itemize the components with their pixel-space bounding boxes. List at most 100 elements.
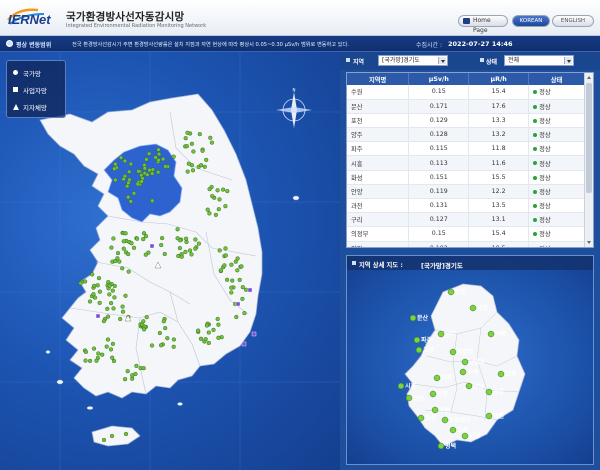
station-marker[interactable] bbox=[108, 301, 114, 306]
station-marker[interactable] bbox=[215, 316, 220, 322]
station-marker[interactable] bbox=[106, 280, 111, 285]
detail-station-marker[interactable] bbox=[409, 314, 417, 322]
station-marker[interactable] bbox=[213, 212, 218, 217]
station-marker[interactable] bbox=[225, 277, 230, 282]
station-marker[interactable] bbox=[221, 187, 226, 192]
detail-station-marker[interactable] bbox=[417, 414, 425, 422]
station-marker[interactable] bbox=[206, 340, 211, 346]
station-marker[interactable] bbox=[129, 241, 134, 246]
station-marker[interactable] bbox=[112, 166, 117, 171]
home-page-button[interactable]: Home Page bbox=[458, 15, 508, 34]
station-marker[interactable] bbox=[204, 323, 209, 328]
station-marker[interactable] bbox=[123, 231, 128, 236]
column-header-status[interactable]: 상태 bbox=[528, 73, 585, 85]
station-marker[interactable] bbox=[97, 289, 102, 294]
scroll-up-icon[interactable] bbox=[586, 74, 592, 82]
station-marker[interactable] bbox=[111, 306, 116, 311]
jeju-island[interactable] bbox=[91, 425, 141, 447]
station-marker[interactable] bbox=[126, 252, 131, 257]
station-marker[interactable] bbox=[215, 188, 220, 193]
station-marker[interactable] bbox=[175, 227, 180, 232]
station-marker[interactable] bbox=[185, 130, 190, 135]
station-marker[interactable] bbox=[112, 259, 118, 264]
table-row[interactable]: 구리 0.127 13.1 정상 bbox=[347, 212, 585, 228]
station-marker[interactable] bbox=[118, 155, 124, 160]
station-marker[interactable] bbox=[135, 181, 140, 187]
station-marker[interactable] bbox=[141, 366, 146, 371]
station-marker[interactable] bbox=[239, 264, 244, 269]
table-row[interactable]: 양주 0.128 13.2 정상 bbox=[347, 127, 585, 143]
station-marker[interactable] bbox=[143, 252, 148, 257]
station-marker[interactable] bbox=[121, 239, 126, 244]
station-marker[interactable] bbox=[171, 154, 176, 159]
station-marker[interactable] bbox=[113, 161, 118, 167]
station-marker[interactable] bbox=[204, 157, 209, 162]
station-marker[interactable] bbox=[141, 231, 147, 236]
station-marker[interactable] bbox=[87, 358, 93, 363]
station-marker[interactable] bbox=[94, 358, 99, 363]
station-marker[interactable] bbox=[139, 173, 144, 178]
station-marker[interactable] bbox=[97, 300, 102, 305]
station-marker[interactable] bbox=[139, 179, 144, 184]
column-header-region[interactable]: 지역명 bbox=[347, 73, 410, 85]
station-marker[interactable] bbox=[100, 352, 105, 357]
station-marker[interactable] bbox=[122, 158, 127, 164]
station-marker[interactable] bbox=[91, 346, 97, 351]
station-marker[interactable] bbox=[141, 319, 146, 324]
gyeonggi-detail-map[interactable]: 연천포천문산양주 가평파주고양 의정부남양주구리 양평시흥 과천성남광주안산 안양수원수원… bbox=[347, 270, 593, 464]
station-marker[interactable] bbox=[101, 319, 106, 324]
station-marker[interactable] bbox=[131, 245, 137, 250]
station-marker[interactable] bbox=[150, 198, 155, 203]
station-marker[interactable] bbox=[110, 341, 115, 346]
table-row[interactable]: 화성 0.151 15.5 정상 bbox=[347, 170, 585, 185]
scroll-down-icon[interactable] bbox=[586, 238, 592, 246]
station-marker[interactable] bbox=[240, 285, 245, 290]
table-row[interactable]: 의정부 0.15 15.4 정상 bbox=[347, 226, 585, 242]
station-marker[interactable] bbox=[122, 377, 128, 382]
station-marker[interactable] bbox=[210, 194, 215, 199]
station-marker[interactable] bbox=[218, 268, 223, 273]
station-marker[interactable] bbox=[162, 251, 167, 257]
station-marker[interactable] bbox=[223, 253, 228, 258]
station-marker[interactable] bbox=[222, 263, 227, 268]
station-marker[interactable] bbox=[150, 171, 155, 176]
station-marker[interactable] bbox=[189, 141, 194, 146]
station-marker[interactable] bbox=[198, 336, 204, 341]
station-marker[interactable] bbox=[216, 322, 221, 327]
station-marker[interactable] bbox=[179, 254, 184, 259]
station-marker[interactable] bbox=[196, 241, 201, 246]
station-marker[interactable] bbox=[105, 306, 110, 311]
station-marker[interactable] bbox=[223, 204, 228, 209]
station-marker[interactable] bbox=[105, 337, 111, 342]
station-marker[interactable] bbox=[96, 351, 101, 356]
station-marker[interactable] bbox=[196, 328, 201, 333]
station-marker[interactable] bbox=[205, 207, 210, 212]
station-marker[interactable] bbox=[131, 191, 137, 196]
station-marker[interactable] bbox=[142, 327, 147, 332]
station-marker[interactable] bbox=[107, 292, 112, 297]
detail-station-marker[interactable] bbox=[437, 442, 445, 450]
station-marker[interactable] bbox=[230, 278, 235, 283]
station-marker[interactable] bbox=[145, 172, 150, 177]
column-header-usvh[interactable]: μSv/h bbox=[408, 73, 470, 85]
station-marker[interactable] bbox=[147, 151, 152, 156]
station-marker[interactable] bbox=[160, 236, 165, 241]
station-marker[interactable] bbox=[107, 283, 112, 288]
station-marker[interactable] bbox=[217, 248, 222, 253]
station-marker[interactable] bbox=[163, 164, 168, 169]
station-marker[interactable] bbox=[229, 262, 234, 267]
detail-station-marker[interactable] bbox=[449, 348, 457, 356]
station-marker[interactable] bbox=[113, 177, 118, 183]
station-marker[interactable] bbox=[183, 249, 188, 254]
station-marker[interactable] bbox=[235, 268, 240, 273]
station-marker[interactable] bbox=[78, 281, 83, 286]
station-marker[interactable] bbox=[120, 309, 126, 314]
station-marker[interactable] bbox=[183, 136, 188, 141]
station-marker[interactable] bbox=[207, 187, 212, 192]
station-marker[interactable] bbox=[157, 151, 162, 157]
station-marker[interactable] bbox=[217, 197, 222, 202]
scroll-thumb[interactable] bbox=[586, 83, 592, 193]
detail-station-marker[interactable] bbox=[447, 288, 455, 296]
station-marker[interactable] bbox=[157, 330, 162, 336]
station-marker[interactable] bbox=[96, 276, 102, 281]
